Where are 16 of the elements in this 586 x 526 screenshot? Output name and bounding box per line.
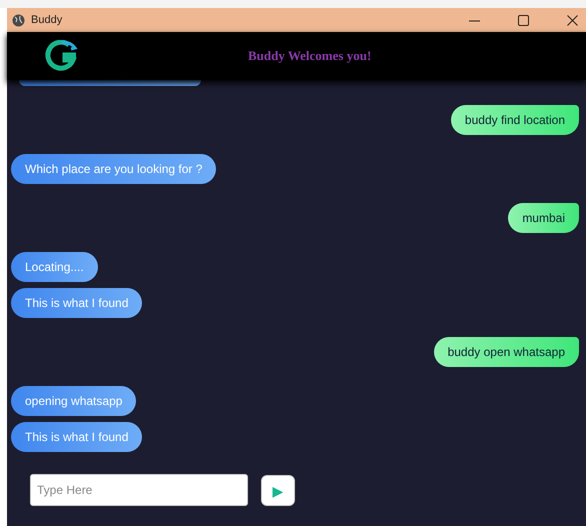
message-bubble: opening whatsapp [11,386,136,416]
header-title: Buddy Welcomes you! [248,48,372,64]
message-bubble: Which place are you looking for ? [11,154,216,184]
send-button[interactable]: ▶ [261,475,295,506]
message-bubble: This is what I found [11,422,142,452]
close-icon[interactable] [567,14,578,26]
message-bubble: buddy open whatsapp [434,337,579,367]
maximize-icon[interactable] [518,14,529,26]
message-bubble: mumbai [508,203,579,233]
message-bubble: This is what I found [11,288,142,318]
globe-icon [12,14,25,26]
logo-icon [43,40,79,72]
message-bubble: buddy find location [450,105,579,135]
window-title: Buddy [31,14,62,26]
message-input[interactable]: Type Here [30,474,248,506]
message-bubble: Locating.... [11,252,98,282]
